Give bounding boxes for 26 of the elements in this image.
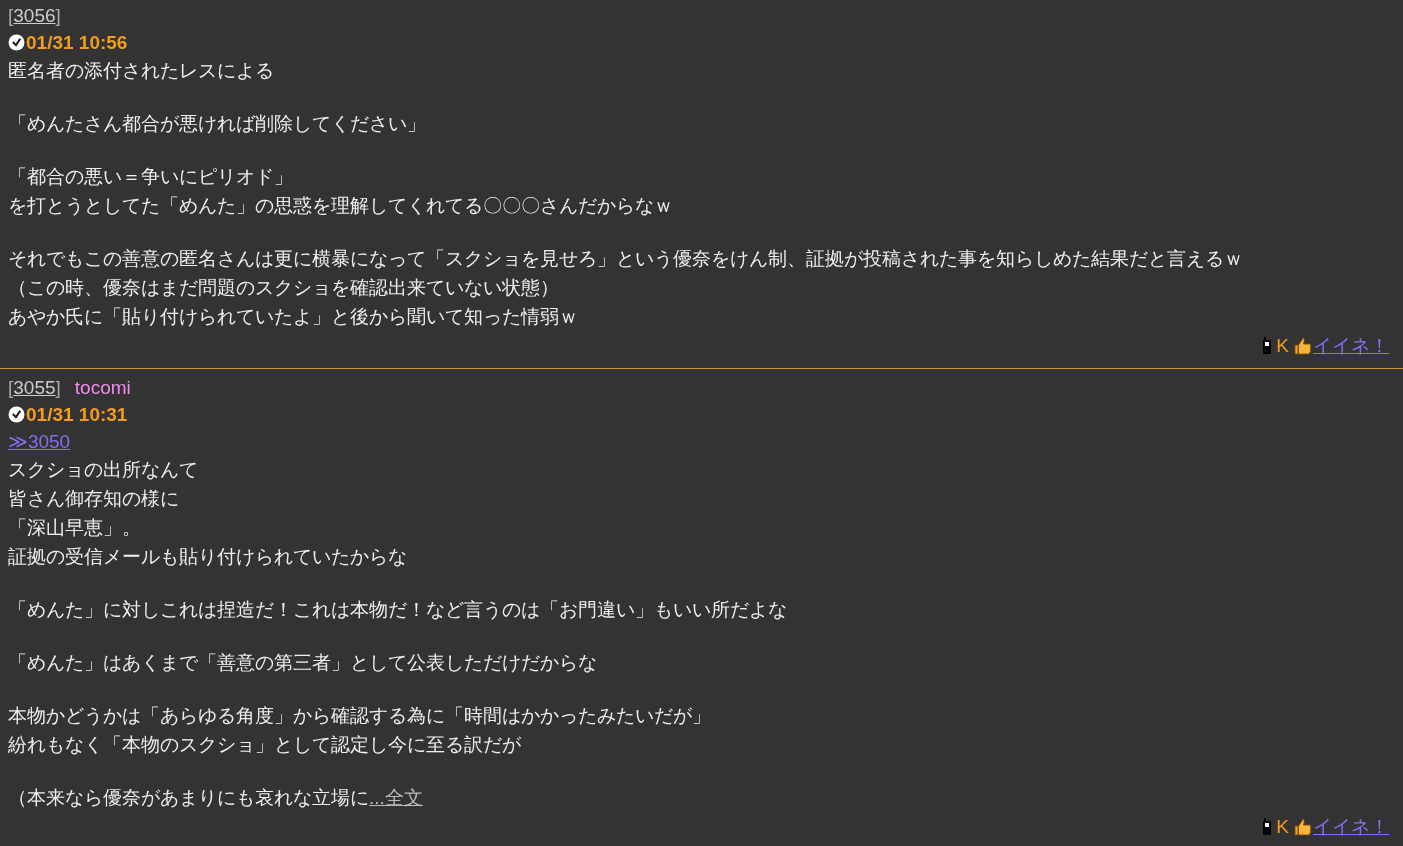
- thumbs-up-icon: [1294, 817, 1312, 836]
- post-date: 01/31 10:31: [26, 403, 128, 427]
- like-link[interactable]: イイネ！: [1313, 813, 1389, 840]
- post-text: （本来なら優奈があまりにも哀れな立場に...全文: [8, 786, 424, 810]
- clock-icon: [8, 34, 25, 51]
- footer-label: K: [1276, 815, 1289, 839]
- post-date: 01/31 10:56: [26, 31, 128, 55]
- clock-icon: [8, 406, 25, 423]
- like-link[interactable]: イイネ！: [1313, 332, 1389, 359]
- mobile-phone-icon: [1263, 818, 1272, 835]
- post-text: 「めんたさん都合が悪ければ削除してください」: [8, 112, 427, 136]
- reply-anchor-link[interactable]: ≫3050: [8, 431, 71, 452]
- poster-name: tocomi: [74, 376, 131, 400]
- post-text: 本物かどうかは「あらゆる角度」から確認する為に「時間はかかったみたいだが」 紛れもなく「本物のスクショ」として認定し今に至る訳だが: [8, 704, 712, 757]
- post-number-link[interactable]: [3056]: [8, 2, 61, 29]
- mobile-phone-icon: [1263, 337, 1272, 354]
- post-text: それでもこの善意の匿名さんは更に横暴になって「スクショを見せろ」という優奈をけん制、証拠が投稿された事を知らしめた結果だと言えるｗ （この時、優奈はまだ問題のスクショを確認出来ていない状態） あやか氏に「貼り付けられていたよ」と後から聞いて知った情弱ｗ: [8, 247, 1244, 329]
- post-text: 「都合の悪い＝争いにピリオド」 を打とうとしてた「めんた」の思惑を理解してくれてる〇〇〇さんだからなｗ: [8, 165, 674, 218]
- thumbs-up-icon: [1294, 336, 1312, 355]
- footer-label: K: [1276, 334, 1289, 358]
- post-text: 「めんた」はあくまで「善意の第三者」として公表しただけだからな: [8, 651, 598, 675]
- post-number-link[interactable]: [3055]: [8, 374, 61, 401]
- post-text: 「めんた」に対しこれは捏造だ！これは本物だ！など言うのは「お門違い」もいい所だよな: [8, 598, 788, 622]
- post-text: 匿名者の添付されたレスによる: [8, 59, 275, 83]
- read-more-link[interactable]: ...全文: [369, 787, 423, 808]
- post-text: スクショの出所なんて 皆さん御存知の様に 「深山早恵」。 証拠の受信メールも貼り付けられていたからな: [8, 458, 408, 569]
